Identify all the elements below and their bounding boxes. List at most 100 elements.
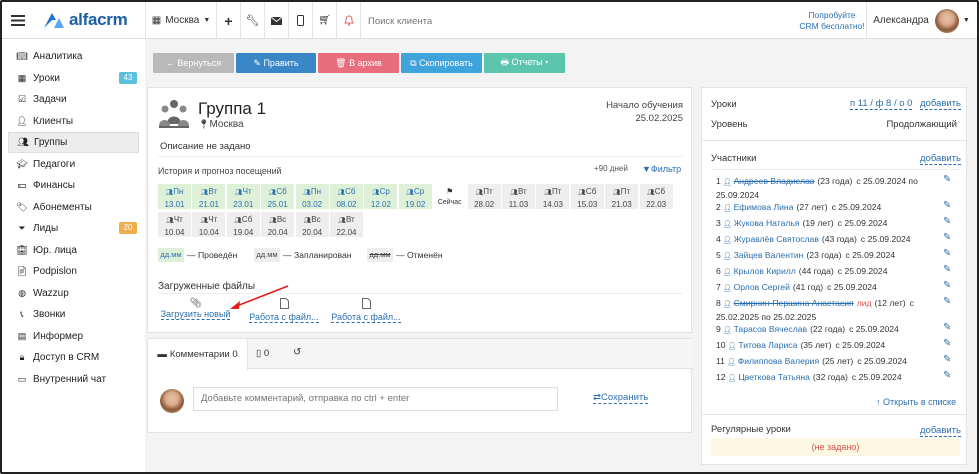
archive-button[interactable]: 🗑 В архив: [318, 53, 399, 73]
visit-cell[interactable]: 👥︎Чт 10.04: [158, 212, 191, 237]
filter-button[interactable]: ▼Фильтр: [642, 164, 681, 174]
visit-cell[interactable]: 👥︎Сб 25.01: [261, 184, 295, 209]
participant-name-link[interactable]: Андреев Владислав: [734, 176, 815, 186]
participant-name-link[interactable]: Цветкова Татьяна: [738, 372, 810, 382]
menu-icon[interactable]: [2, 2, 34, 39]
sidebar-item-5[interactable]: 🎓︎ Педагоги: [8, 154, 139, 175]
visit-cell[interactable]: 👥︎Вт 11.03: [502, 184, 535, 209]
comment-input[interactable]: [193, 387, 558, 411]
sidebar-item-7[interactable]: 🏷︎ Абонементы: [8, 197, 139, 218]
visit-cell[interactable]: 👥︎Ср 12.02: [364, 184, 398, 209]
tools-button[interactable]: 🔧︎: [241, 2, 265, 39]
participant-name-link[interactable]: Крылов Кирилл: [734, 266, 796, 276]
sidebar-item-1[interactable]: ▦ Уроки 43: [8, 68, 139, 89]
participant-name-link[interactable]: Филиппова Валерия: [738, 356, 819, 366]
sidebar-item-12[interactable]: 📞︎ Звонки: [8, 304, 139, 325]
edit-participant-icon[interactable]: ✎: [943, 280, 951, 291]
visit-day-row: 👥︎Пн: [296, 186, 329, 199]
participant-number: 10: [716, 340, 726, 350]
sidebar-item-11[interactable]: ◍ Wazzup: [8, 283, 139, 304]
participant-name-link[interactable]: Жукова Наталья: [734, 218, 800, 228]
edit-participant-icon[interactable]: ✎: [943, 174, 951, 185]
mail-button[interactable]: [265, 2, 289, 39]
edit-participant-icon[interactable]: ✎: [943, 264, 951, 275]
file-item[interactable]: Работа с файл...: [325, 298, 407, 323]
user-menu[interactable]: Александра ▼: [866, 2, 976, 39]
edit-participant-icon[interactable]: ✎: [943, 216, 951, 227]
edit-button[interactable]: ✎ Править: [236, 53, 316, 73]
file-link[interactable]: Работа с файл...: [331, 312, 401, 323]
upload-file[interactable]: 📎︎ Загрузить новый: [158, 298, 233, 320]
user-icon: 👤︎: [724, 359, 738, 366]
branch-select[interactable]: ▦ Москва ▼: [145, 2, 217, 39]
copy-button[interactable]: ⧉ Скопировать: [401, 53, 482, 73]
participant-name-link[interactable]: Журавлёв Святослав: [734, 234, 819, 244]
visit-cell[interactable]: 👥︎Сб 22.03: [639, 184, 673, 209]
sidebar-item-label: Внутренний чат: [33, 373, 107, 385]
add-lesson-link[interactable]: добавить: [920, 98, 961, 110]
participant-name-link[interactable]: Орлов Сергей: [734, 282, 790, 292]
add-button[interactable]: +: [217, 2, 241, 39]
tab-history[interactable]: ↺: [293, 347, 301, 358]
participant-name-link[interactable]: Смирнин-Першина Анастасия: [734, 298, 854, 308]
visit-cell[interactable]: 👥︎Ср 19.02: [398, 184, 432, 209]
add-regular-link[interactable]: добавить: [920, 425, 961, 437]
sidebar-item-2[interactable]: ☑ Задачи: [8, 89, 139, 110]
edit-participant-icon[interactable]: ✎: [943, 248, 951, 259]
visit-day: Сб: [276, 187, 287, 196]
upload-link[interactable]: Загрузить новый: [160, 309, 231, 320]
edit-participant-icon[interactable]: ✎: [943, 322, 951, 333]
legend-cancelled-label: — Отменён: [396, 250, 443, 260]
visit-cell[interactable]: 👥︎Чт 23.01: [226, 184, 260, 209]
logo[interactable]: alfacrm: [42, 10, 128, 30]
file-link[interactable]: Работа с файл...: [249, 312, 319, 323]
visit-cell[interactable]: 👥︎Пт 14.03: [536, 184, 570, 209]
visit-cell[interactable]: 👥︎Пн 13.01: [158, 184, 191, 209]
lessons-stats-link[interactable]: п 11 / ф 8 / о 0: [850, 98, 913, 110]
edit-participant-icon[interactable]: ✎: [943, 200, 951, 211]
participant-name-link[interactable]: Зайцев Валентин: [734, 250, 804, 260]
visit-cell[interactable]: 👥︎Вт 21.01: [192, 184, 226, 209]
participant-name-link[interactable]: Ефимова Лина: [734, 202, 794, 212]
visit-cell[interactable]: 👥︎Пн 03.02: [295, 184, 329, 209]
cart-button[interactable]: 🛒︎: [313, 2, 337, 39]
participant-name-link[interactable]: Титова Лариса: [738, 340, 797, 350]
edit-participant-icon[interactable]: ✎: [943, 232, 951, 243]
sidebar-item-0[interactable]: 📖︎ Аналитика: [8, 46, 139, 67]
visit-cell[interactable]: 👥︎Сб 08.02: [330, 184, 363, 209]
mobile-button[interactable]: [289, 2, 313, 39]
open-in-list-link[interactable]: ↑ Открыть в списке: [876, 397, 956, 407]
sidebar-item-10[interactable]: 📄︎ Podpislon: [8, 261, 139, 282]
add-participant-link[interactable]: добавить: [920, 153, 961, 165]
visit-cell[interactable]: 👥︎Пт 28.02: [467, 184, 501, 209]
participant-name-link[interactable]: Тарасов Вячеслав: [734, 324, 808, 334]
sidebar-item-4[interactable]: 👥︎ Группы: [8, 132, 139, 153]
client-search-input[interactable]: [368, 13, 568, 29]
sidebar-item-15[interactable]: ▭ Внутренний чат: [8, 369, 139, 390]
visit-cell[interactable]: 👥︎Вс 20.04: [295, 212, 329, 237]
sidebar-item-9[interactable]: 🏢︎ Юр. лица: [8, 240, 139, 261]
sidebar-item-3[interactable]: 👤︎ Клиенты: [8, 111, 139, 132]
reports-button[interactable]: 🖶 Отчеты ▾: [484, 53, 565, 73]
sidebar-item-13[interactable]: ▤ Информер: [8, 326, 139, 347]
notifications-button[interactable]: [337, 2, 361, 39]
sidebar-item-6[interactable]: 💵︎ Финансы: [8, 175, 139, 196]
visit-cell[interactable]: ⚑ Сейчас: [433, 184, 467, 209]
visit-cell[interactable]: 👥︎Сб 15.03: [570, 184, 604, 209]
edit-participant-icon[interactable]: ✎: [943, 354, 951, 365]
visit-cell[interactable]: 👥︎Вт 22.04: [330, 212, 363, 237]
edit-participant-icon[interactable]: ✎: [943, 338, 951, 349]
edit-participant-icon[interactable]: ✎: [943, 370, 951, 381]
promo-link[interactable]: Попробуйте CRM бесплатно!: [787, 10, 877, 32]
sidebar-item-8[interactable]: ⏷ Лиды 20: [8, 218, 139, 239]
sidebar-item-14[interactable]: 🔒︎ Доступ в CRM: [8, 347, 139, 368]
tab-documents[interactable]: ▯ 0: [256, 348, 269, 359]
edit-participant-icon[interactable]: ✎: [943, 296, 951, 307]
save-comment-button[interactable]: ⇄Сохранить: [593, 392, 649, 404]
back-button[interactable]: ← Вернуться: [153, 53, 234, 73]
visit-cell[interactable]: 👥︎Сб 19.04: [226, 212, 260, 237]
tab-comments[interactable]: ▬ Комментарии 0: [148, 339, 248, 370]
visit-cell[interactable]: 👥︎Пт 21.03: [605, 184, 639, 209]
visit-cell[interactable]: 👥︎Чт 10.04: [192, 212, 226, 237]
visit-cell[interactable]: 👥︎Вс 20.04: [261, 212, 295, 237]
